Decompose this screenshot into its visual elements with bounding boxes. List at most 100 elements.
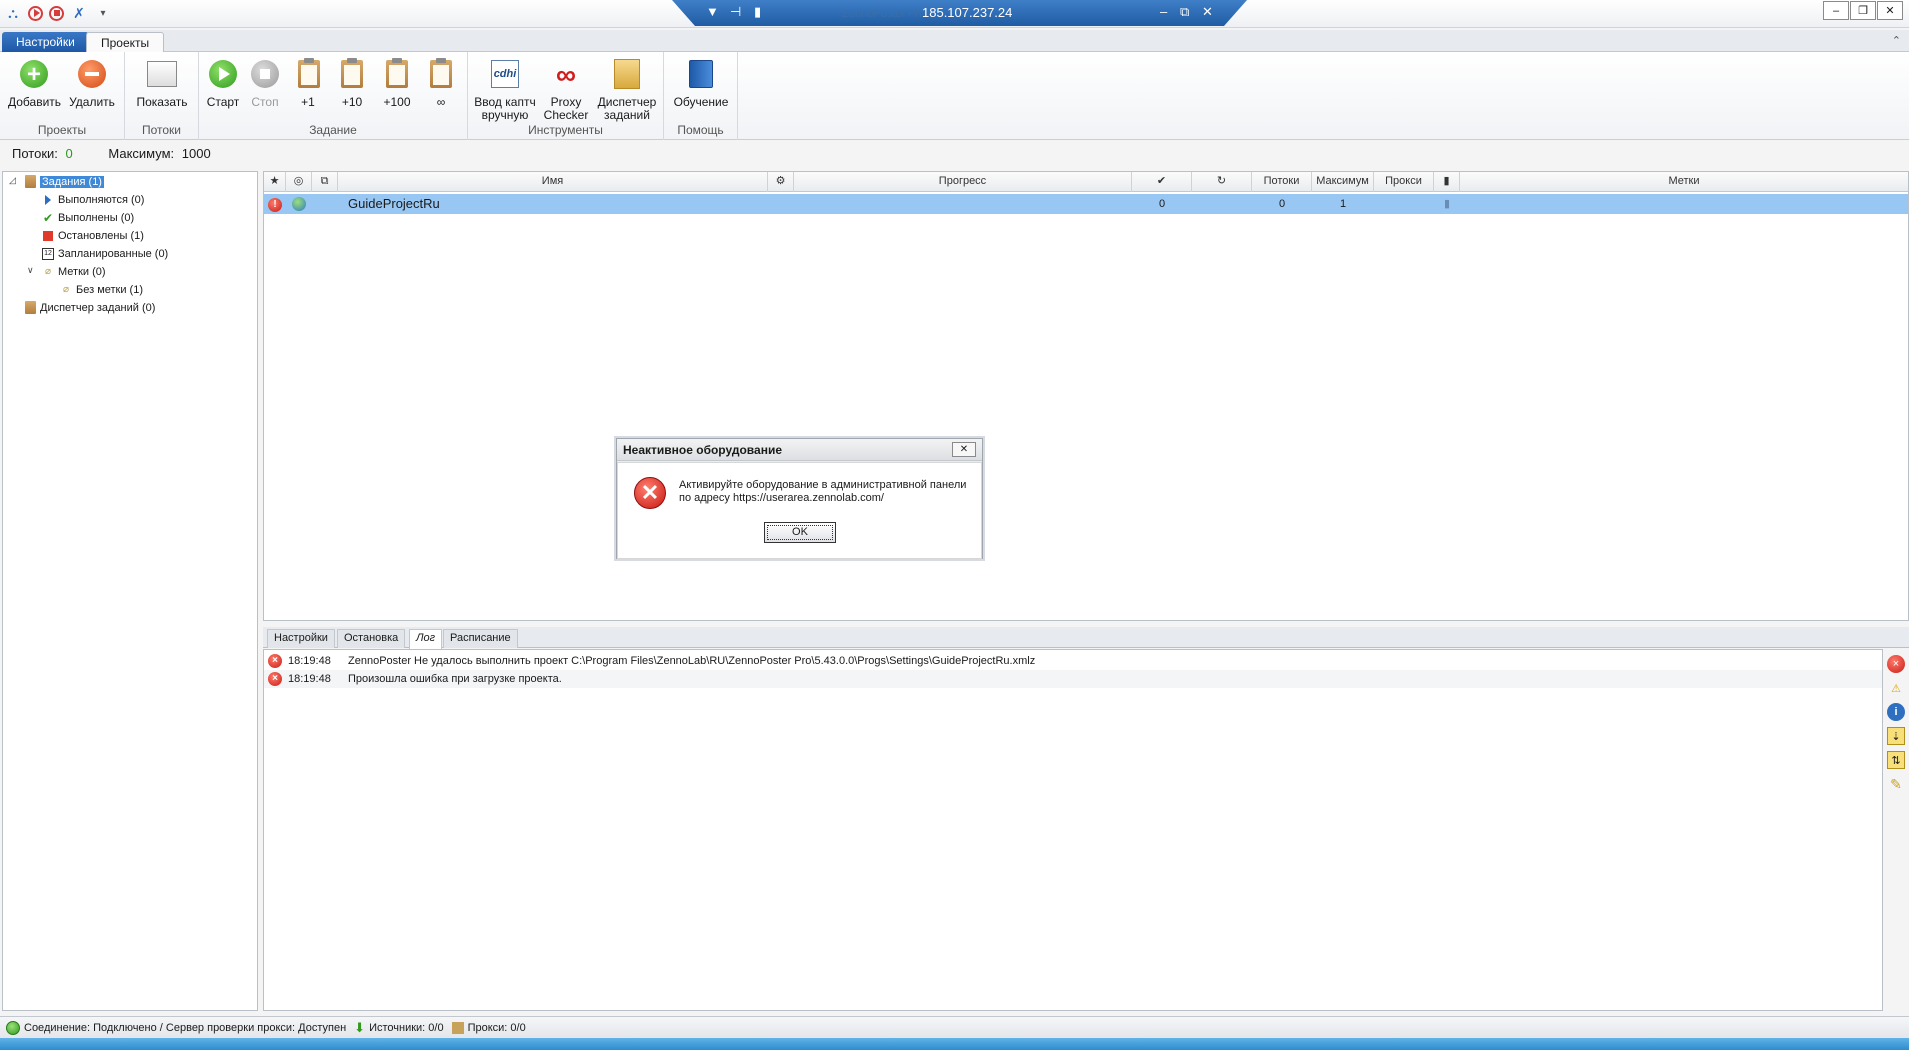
close-icon[interactable]: ✕ <box>1877 1 1903 20</box>
qat-start-icon[interactable] <box>28 5 43 21</box>
plus1-button[interactable]: +1 <box>293 58 323 109</box>
dialog-title: Неактивное оборудование <box>617 439 982 461</box>
error-icon: × <box>268 654 282 668</box>
header-success-icon[interactable]: ✔ <box>1132 172 1192 192</box>
qat-stop-icon[interactable] <box>49 5 64 21</box>
minimize-icon[interactable]: – <box>1823 1 1849 20</box>
sources-download-icon: ⬇ <box>354 1019 366 1035</box>
start-button[interactable]: Старт <box>205 58 241 109</box>
group-label-help: Помощь <box>677 123 724 137</box>
header-name[interactable]: Имя <box>338 172 768 192</box>
window-controls: – ❐ ✕ <box>1822 1 1903 20</box>
tree-item-done[interactable]: ✔ Выполнены (0) <box>41 209 134 226</box>
os-taskbar <box>0 1038 1909 1050</box>
tab-schedule[interactable]: Расписание <box>443 629 518 648</box>
tree-item-tasks[interactable]: Задания (1) <box>23 173 104 190</box>
stop-icon <box>251 60 279 88</box>
header-threads[interactable]: Потоки <box>1252 172 1312 192</box>
filter-warnings-icon[interactable]: ⚠ <box>1887 679 1905 697</box>
plus10-button[interactable]: +10 <box>335 58 369 109</box>
stop-button[interactable]: Стоп <box>247 58 283 109</box>
grid-header: ★ ◎ ⧉ Имя ⚙ Прогресс ✔ ↻ Потоки Максимум… <box>264 172 1908 192</box>
tab-projects[interactable]: Проекты <box>86 32 165 52</box>
collapse-ribbon-icon[interactable]: ⌃ <box>1892 34 1901 47</box>
wrap-icon[interactable]: ⇅ <box>1887 751 1905 769</box>
header-progress[interactable]: Прогресс <box>794 172 1132 192</box>
threads-bar: Потоки: 0 Максимум: 1000 <box>0 146 1909 168</box>
header-tags[interactable]: Метки <box>1460 172 1908 192</box>
rdp-pin-icon[interactable]: ⊣ <box>730 4 741 20</box>
max-threads-label: Максимум: <box>108 146 175 161</box>
remote-desktop-bar: ▼ ⊣ ▮ ZennoPoster Pro 185.107.237.24 – ⧉… <box>672 0 1247 26</box>
play-icon <box>209 60 237 88</box>
bottom-tabs: Настройки Остановка Лог Расписание <box>263 627 1909 649</box>
log-filter-toolbar: × ⚠ i ⇣ ⇅ ✎ <box>1883 649 1909 1011</box>
plus100-button[interactable]: +100 <box>377 58 417 109</box>
header-priority-icon[interactable]: ★ <box>264 172 286 192</box>
tab-stop[interactable]: Остановка <box>337 629 406 648</box>
rdp-ghost-title: ZennoPoster Pro <box>842 8 926 20</box>
rdp-signal-icon: ▮ <box>754 4 762 19</box>
rdp-close-icon[interactable]: ✕ <box>1202 4 1213 20</box>
tree-item-stopped[interactable]: Остановлены (1) <box>41 227 144 244</box>
task-tree: ◿ Задания (1) Выполняются (0) ✔ Выполнен… <box>2 171 258 1011</box>
dialog-close-icon[interactable]: ✕ <box>952 442 976 457</box>
log-row[interactable]: × 18:19:48 ZennoPoster Не удалось выполн… <box>264 652 1882 670</box>
status-bar: Соединение: Подключено / Сервер проверки… <box>0 1016 1909 1038</box>
tree-item-dispatcher[interactable]: Диспетчер заданий (0) <box>23 299 155 316</box>
log-row[interactable]: × 18:19:48 Произошла ошибка при загрузке… <box>264 670 1882 688</box>
ribbon-tabs: Настройки Проекты ⌃ <box>0 30 1909 52</box>
learning-button[interactable]: Обучение <box>670 58 732 109</box>
show-button[interactable]: Показать <box>133 58 191 109</box>
manual-captcha-button[interactable]: cdhi Ввод каптч вручную <box>474 58 536 122</box>
play-icon <box>45 194 51 205</box>
tree-item-no-tags[interactable]: ⌀ Без метки (1) <box>59 281 143 298</box>
tree-item-tags[interactable]: ⌀ Метки (0) <box>41 263 106 280</box>
qat-customize-icon[interactable]: ▾ <box>94 4 112 22</box>
tab-settings[interactable]: Настройки <box>2 32 89 52</box>
rdp-minimize-icon[interactable]: – <box>1160 4 1167 19</box>
infinity-button[interactable]: ∞ <box>424 58 458 109</box>
proxy-checker-button[interactable]: ∞ Proxy Checker <box>540 58 592 122</box>
header-max[interactable]: Максимум <box>1312 172 1374 192</box>
header-proxy[interactable]: Прокси <box>1374 172 1434 192</box>
clear-log-icon[interactable]: ✎ <box>1887 775 1905 793</box>
header-windows-icon[interactable]: ⧉ <box>312 172 338 192</box>
rdp-dropdown-icon[interactable]: ▼ <box>706 4 719 19</box>
header-retry-icon[interactable]: ↻ <box>1192 172 1252 192</box>
expand-tags-icon[interactable]: ∨ <box>27 265 34 276</box>
group-label-tools: Инструменты <box>528 123 603 137</box>
rdp-restore-icon[interactable]: ⧉ <box>1180 4 1189 20</box>
header-settings-icon[interactable]: ⚙ <box>768 172 794 192</box>
delete-button[interactable]: Удалить <box>66 58 118 109</box>
clipboard-icon <box>24 175 36 188</box>
add-button[interactable]: + Добавить <box>8 58 61 109</box>
filter-errors-icon[interactable]: × <box>1887 655 1905 673</box>
tree-item-running[interactable]: Выполняются (0) <box>41 191 144 208</box>
error-status-icon: ! <box>268 198 282 212</box>
group-label-threads: Потоки <box>141 123 182 137</box>
tree-item-scheduled[interactable]: 12 Запланированные (0) <box>41 245 168 262</box>
autoscroll-icon[interactable]: ⇣ <box>1887 727 1905 745</box>
header-status-icon[interactable]: ◎ <box>286 172 312 192</box>
documents-icon <box>614 59 640 89</box>
task-dispatcher-button[interactable]: Диспетчер заданий <box>596 58 658 122</box>
row-max: 1 <box>1339 198 1347 210</box>
expand-tasks-icon[interactable]: ◿ <box>9 175 16 186</box>
qat-tools-icon[interactable]: ✗ <box>70 4 88 22</box>
add-icon: + <box>20 60 48 88</box>
clipboard-icon <box>386 58 408 88</box>
ribbon: + Добавить Удалить Проекты Показать Пото… <box>0 52 1909 140</box>
app-logo-icon[interactable]: ⛬ <box>4 4 22 22</box>
tab-task-settings[interactable]: Настройки <box>267 629 335 648</box>
header-signal-icon[interactable]: ▮ <box>1434 172 1460 192</box>
stop-icon <box>43 230 53 241</box>
tab-log[interactable]: Лог <box>409 629 443 649</box>
group-label-projects: Проекты <box>37 123 87 137</box>
maximize-icon[interactable]: ❐ <box>1850 1 1876 20</box>
row-name: GuideProjectRu <box>348 196 440 211</box>
delete-icon <box>78 60 106 88</box>
table-row[interactable]: ! GuideProjectRu 0 0 1 ▮ <box>264 194 1908 214</box>
filter-info-icon[interactable]: i <box>1887 703 1905 721</box>
dialog-ok-button[interactable]: OK <box>764 522 836 543</box>
